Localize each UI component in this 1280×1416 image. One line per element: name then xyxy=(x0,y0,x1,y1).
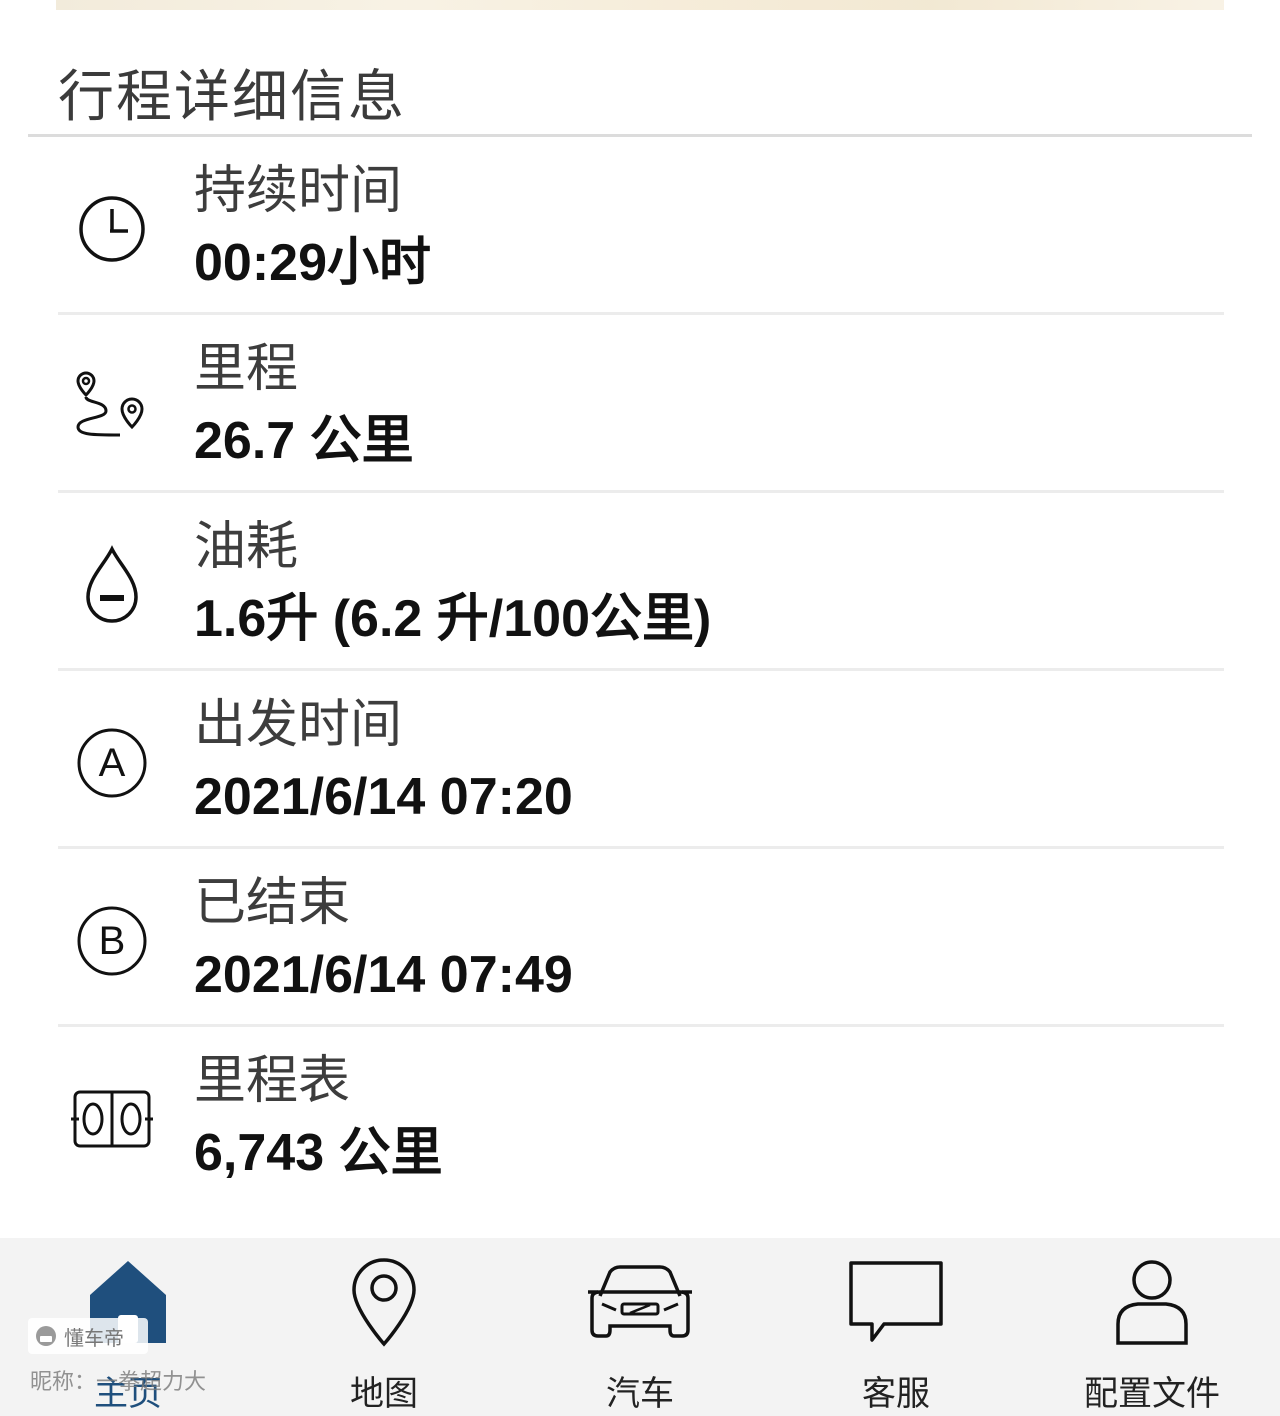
start-point-a-icon: A xyxy=(70,721,154,805)
detail-row-duration: 持续时间 00:29小时 xyxy=(0,137,1280,315)
page-title: 行程详细信息 xyxy=(58,65,406,130)
detail-row-fuel: 油耗 1.6升 (6.2 升/100公里) xyxy=(0,493,1280,671)
detail-value: 00:29小时 xyxy=(194,234,431,292)
car-icon xyxy=(585,1254,695,1350)
fuel-drop-icon xyxy=(70,543,154,627)
tab-car[interactable]: 汽车 xyxy=(512,1238,768,1416)
trip-details-screen: 行程详细信息 持续时间 00:29小时 里程 26.7 公里 油耗 1.6升 (… xyxy=(0,0,1280,1416)
detail-label: 油耗 xyxy=(194,517,299,577)
clock-icon xyxy=(70,187,154,271)
detail-row-end: B 已结束 2021/6/14 07:49 xyxy=(0,849,1280,1027)
watermark-badge: 懂车帝 xyxy=(28,1318,148,1354)
map-preview-strip xyxy=(56,0,1224,10)
tab-profile[interactable]: 配置文件 xyxy=(1024,1238,1280,1416)
detail-value: 26.7 公里 xyxy=(194,412,414,470)
detail-value: 2021/6/14 07:20 xyxy=(194,768,573,826)
trip-detail-list: 持续时间 00:29小时 里程 26.7 公里 油耗 1.6升 (6.2 升/1… xyxy=(0,137,1280,1205)
end-point-b-icon: B xyxy=(70,899,154,983)
svg-text:B: B xyxy=(99,919,126,963)
brand-logo-icon xyxy=(36,1326,56,1346)
route-icon xyxy=(70,365,154,449)
detail-label: 持续时间 xyxy=(194,161,403,221)
tab-label: 配置文件 xyxy=(1084,1374,1220,1414)
detail-label: 出发时间 xyxy=(194,695,403,755)
detail-value: 2021/6/14 07:49 xyxy=(194,946,573,1004)
svg-text:A: A xyxy=(99,741,126,785)
chat-bubble-icon xyxy=(841,1254,951,1350)
tab-map[interactable]: 地图 xyxy=(256,1238,512,1416)
odometer-icon xyxy=(70,1077,154,1161)
detail-label: 里程表 xyxy=(194,1051,351,1111)
tab-label: 地图 xyxy=(350,1374,418,1414)
detail-row-odometer: 里程表 6,743 公里 xyxy=(0,1027,1280,1205)
detail-label: 里程 xyxy=(194,339,299,399)
map-pin-icon xyxy=(329,1254,439,1350)
tab-label: 汽车 xyxy=(606,1374,674,1414)
profile-icon xyxy=(1097,1254,1207,1350)
tab-customer-service[interactable]: 客服 xyxy=(768,1238,1024,1416)
detail-label: 已结束 xyxy=(194,873,351,933)
detail-value: 6,743 公里 xyxy=(194,1124,443,1182)
detail-row-departure: A 出发时间 2021/6/14 07:20 xyxy=(0,671,1280,849)
detail-value: 1.6升 (6.2 升/100公里) xyxy=(194,590,712,648)
detail-row-distance: 里程 26.7 公里 xyxy=(0,315,1280,493)
watermark-brand: 懂车帝 xyxy=(64,1325,124,1350)
tab-label: 客服 xyxy=(862,1374,930,1414)
watermark-nickname: 昵称：一拳超力大 xyxy=(30,1370,207,1395)
